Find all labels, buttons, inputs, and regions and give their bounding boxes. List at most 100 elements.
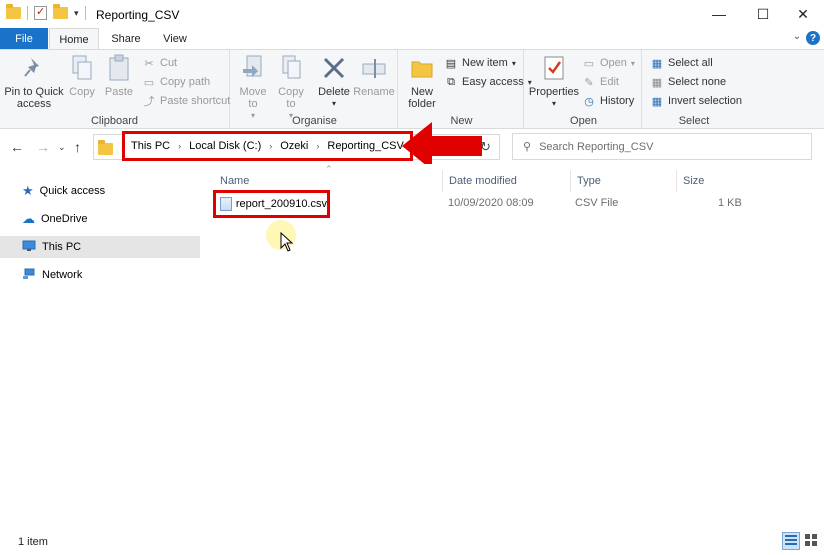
recent-locations-chevron-icon[interactable]: ⌄ [58,142,66,153]
properties-button[interactable]: Properties ▾ [528,54,580,110]
open-chevron-icon: ▾ [630,58,635,68]
select-all-button[interactable]: ▦ Select all [650,54,713,72]
close-button[interactable]: ✕ [780,0,824,28]
breadcrumb-this-pc[interactable]: This PC [131,140,170,152]
copy-label: Copy [69,86,95,98]
cut-button[interactable]: ✂ Cut [142,54,177,72]
ribbon: Pin to Quick access Copy Paste ✂ Cut ▭ C… [0,49,824,129]
paste-shortcut-button[interactable]: ⤴ Paste shortcut [142,92,231,110]
new-folder-icon[interactable] [53,4,68,19]
breadcrumb-reporting-csv[interactable]: Reporting_CSV [327,140,403,152]
nav-item-quick-access[interactable]: ★ Quick access [0,180,200,202]
select-all-label: Select all [668,57,713,69]
breadcrumb-ozeki[interactable]: Ozeki [280,140,308,152]
title-bar: ▾ Reporting_CSV — ☐ ✕ [0,0,824,28]
file-list: ⌃ Name Date modified Type Size 10/09/202… [200,164,824,528]
easy-access-button[interactable]: ⧉ Easy access ▾ [444,73,532,91]
toolbar-divider [27,6,28,20]
properties-chevron-icon: ▾ [551,99,556,108]
shortcut-icon: ⤴ [143,96,155,108]
move-to-label: Move to [239,86,267,110]
details-view-button[interactable] [782,532,800,550]
new-folder-icon [408,54,436,82]
select-none-button[interactable]: ▦ Select none [650,73,726,91]
star-icon: ★ [22,183,34,198]
column-header-date-modified[interactable]: Date modified [442,170,570,192]
customize-toolbar-chevron-icon[interactable]: ▾ [74,8,79,19]
select-none-icon: ▦ [651,76,663,89]
nav-item-label: OneDrive [41,213,88,225]
file-size: 1 KB [718,197,742,209]
help-icon[interactable]: ? [806,31,820,45]
column-header-type[interactable]: Type [570,170,676,192]
window-title: Reporting_CSV [96,8,180,22]
csv-file-icon [220,197,232,211]
delete-button[interactable]: Delete ▾ [316,54,352,110]
organise-group: Move to ▾ Copy to ▾ Delete ▾ Rename Orga… [232,50,398,129]
rename-icon [360,54,388,82]
clipboard-group: Pin to Quick access Copy Paste ✂ Cut ▭ C… [0,50,230,129]
mouse-pointer-icon [280,232,294,252]
cloud-icon: ☁ [22,211,35,226]
edit-button[interactable]: ✎ Edit [582,73,619,91]
nav-item-this-pc[interactable]: This PC [0,236,200,258]
nav-item-label: Network [42,269,83,281]
pin-to-quick-access-button[interactable]: Pin to Quick access [4,54,64,110]
paste-shortcut-label: Paste shortcut [160,95,231,107]
new-item-button[interactable]: ▤ New item ▾ [444,54,516,72]
up-arrow-icon[interactable]: ↑ [74,139,81,155]
file-type: CSV File [575,197,619,209]
column-header-name[interactable]: Name [214,170,442,192]
search-icon: ⚲ [523,141,532,153]
invert-selection-icon: ▦ [651,95,663,108]
item-count: 1 item [18,536,48,548]
scissors-icon: ✂ [144,57,154,70]
new-group: New folder ▤ New item ▾ ⧉ Easy access ▾ … [400,50,532,129]
properties-check-icon [540,54,568,82]
status-bar: 1 item [0,528,824,555]
easy-access-icon: ⧉ [447,75,455,88]
history-button[interactable]: ◷ History [582,92,634,110]
paste-label: Paste [104,86,134,98]
copy-path-label: Copy path [160,76,211,88]
properties-icon[interactable] [34,5,47,20]
search-box[interactable]: ⚲ Search Reporting_CSV [512,133,812,160]
delete-label: Delete [318,86,350,98]
collapse-ribbon-chevron-icon[interactable]: ⌄ [790,31,804,42]
file-item-report[interactable]: report_200910.csv [213,190,330,218]
breadcrumb-local-disk[interactable]: Local Disk (C:) [189,140,261,152]
nav-item-network[interactable]: Network [0,264,200,286]
large-icons-view-button[interactable] [802,532,820,550]
tab-file[interactable]: File [0,28,48,49]
copy-to-button[interactable]: Copy to ▾ [274,54,308,122]
breadcrumb-chevron-icon[interactable]: › [178,141,181,151]
rename-button[interactable]: Rename [353,54,395,98]
forward-arrow-icon[interactable]: → [36,139,50,155]
breadcrumb-chevron-icon[interactable]: › [269,141,272,151]
paste-button[interactable]: Paste [102,54,136,98]
copy-path-button[interactable]: ▭ Copy path [142,73,210,91]
move-to-button[interactable]: Move to ▾ [236,54,270,122]
invert-selection-button[interactable]: ▦ Invert selection [650,92,742,110]
nav-item-label: Quick access [39,185,106,197]
tab-share[interactable]: Share [103,28,149,49]
copy-icon [68,54,96,82]
new-folder-button[interactable]: New folder [404,54,440,110]
breadcrumb-chevron-icon[interactable]: › [316,141,319,151]
copy-button[interactable]: Copy [66,54,98,98]
open-button[interactable]: ▭ Open ▾ [582,54,635,72]
back-arrow-icon[interactable]: ← [10,139,24,155]
search-input[interactable]: Search Reporting_CSV [539,141,653,153]
column-header-size[interactable]: Size [676,170,766,192]
tab-home[interactable]: Home [49,28,99,50]
edit-label: Edit [600,76,619,88]
open-icon: ▭ [583,57,595,70]
select-all-icon: ▦ [651,57,663,70]
history-icon: ◷ [584,95,594,108]
nav-item-onedrive[interactable]: ☁ OneDrive [0,208,200,230]
new-item-icon: ▤ [445,57,457,70]
move-to-icon [239,54,267,82]
folder-icon [98,140,113,155]
minimize-button[interactable]: — [696,0,742,28]
tab-view[interactable]: View [153,28,197,49]
